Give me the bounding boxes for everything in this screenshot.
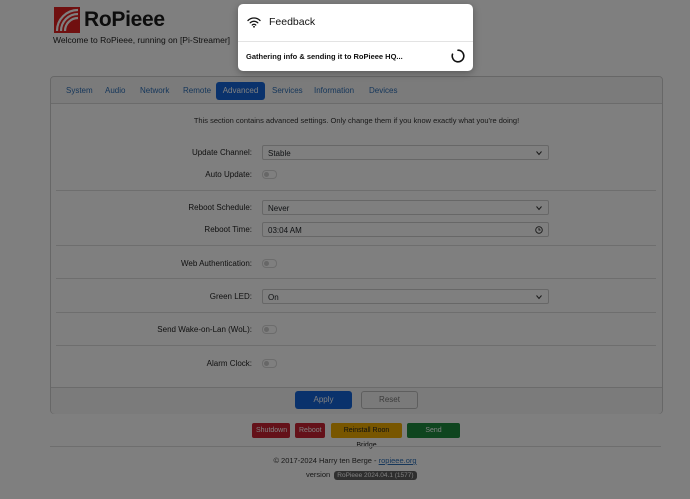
modal-title: Feedback <box>269 16 316 28</box>
wifi-icon <box>247 17 261 28</box>
modal-header: Feedback <box>238 4 473 42</box>
page: RoPieee Welcome to RoPieee, running on [… <box>0 0 690 499</box>
loading-spinner-icon <box>451 49 465 63</box>
modal-message: Gathering info & sending it to RoPieee H… <box>246 52 403 61</box>
feedback-modal: Feedback Gathering info & sending it to … <box>238 4 473 71</box>
modal-backdrop[interactable] <box>0 0 690 499</box>
